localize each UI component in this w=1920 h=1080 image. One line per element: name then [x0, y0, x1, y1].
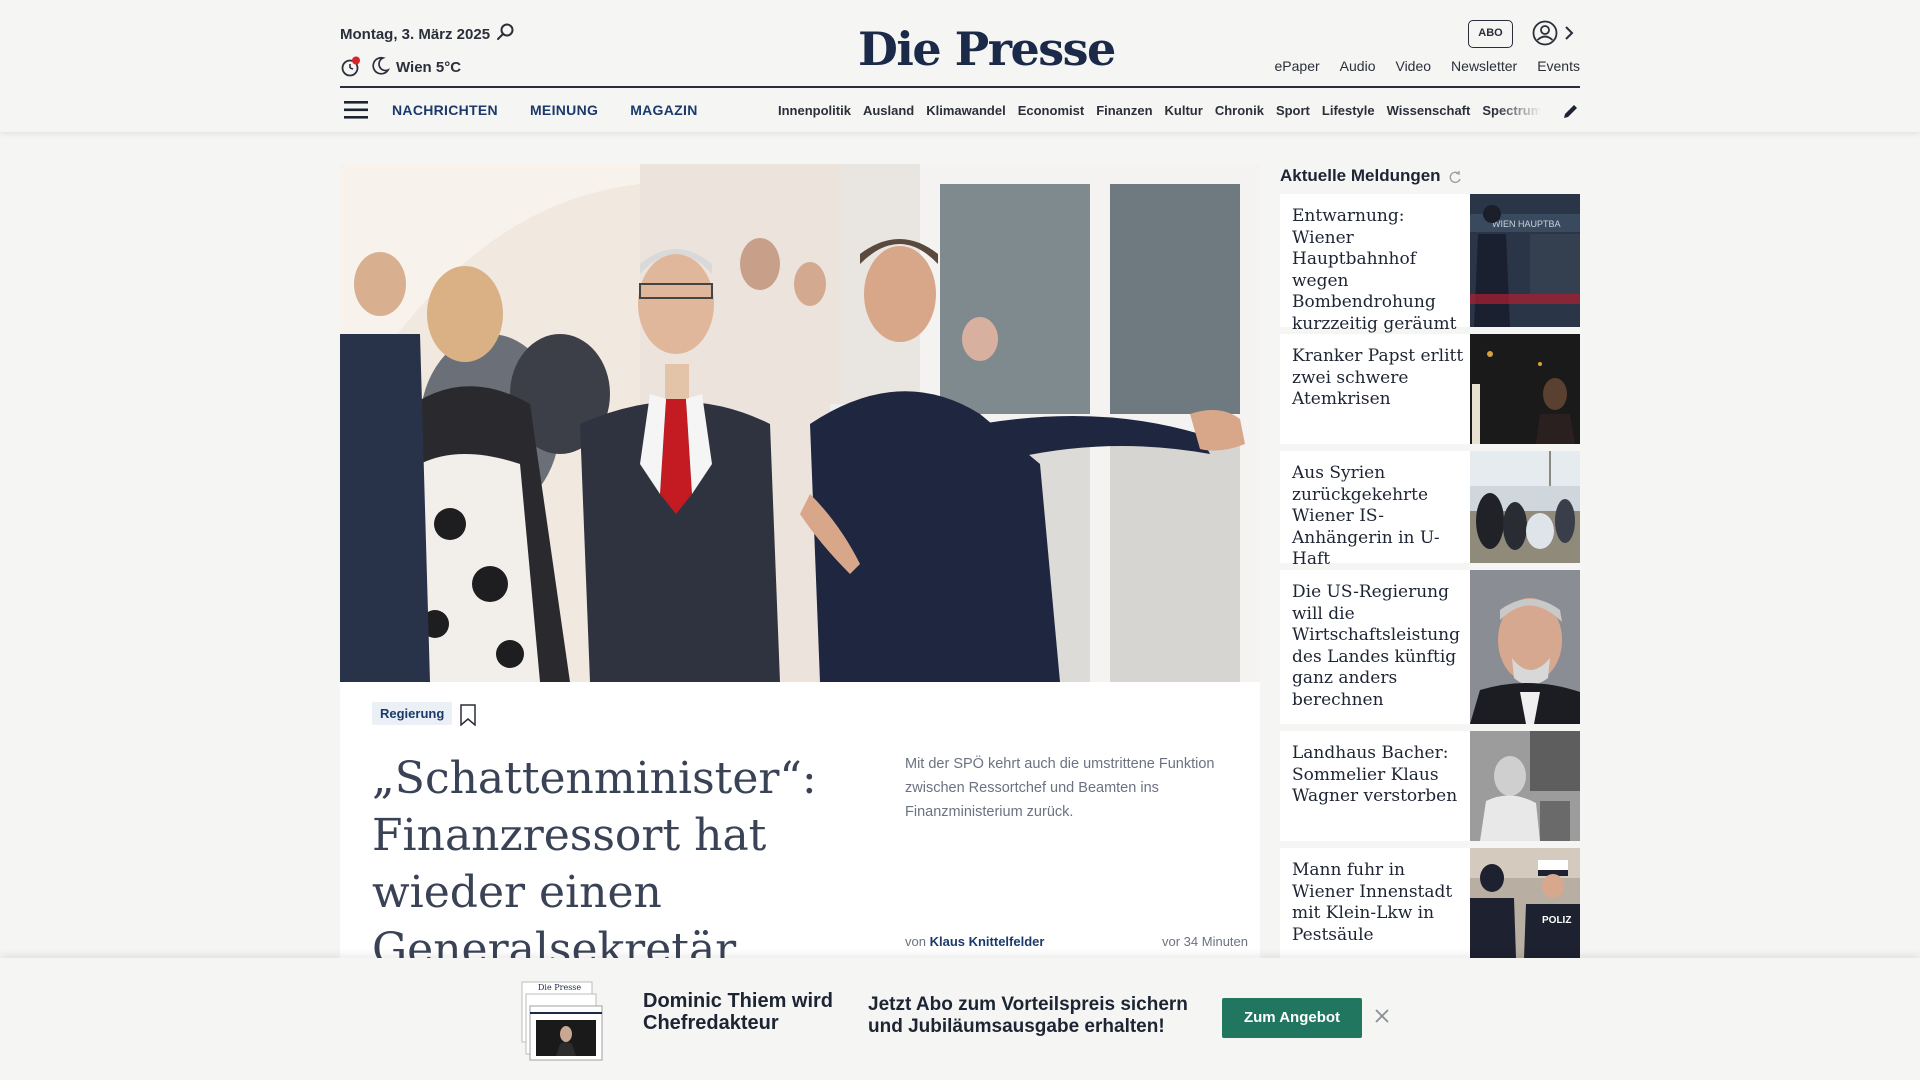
list-item-thumbnail: [1470, 451, 1580, 563]
pencil-icon[interactable]: [1562, 102, 1580, 120]
sub-nav: Innenpolitik Ausland Klimawandel Economi…: [778, 103, 1540, 118]
subnav-klimawandel[interactable]: Klimawandel: [926, 103, 1005, 118]
promo-banner: Die Presse Dominic Thiem wird Chefredakt…: [0, 958, 1920, 1080]
list-item-thumbnail: [1470, 570, 1580, 724]
hero-photo: [340, 164, 1260, 682]
menu-icon[interactable]: [344, 100, 368, 120]
hero-article-card[interactable]: Regierung „Schattenminister“: Finanzress…: [340, 682, 1260, 1002]
site-header: Montag, 3. März 2025 Wien 5°C Die Presse…: [0, 0, 1920, 132]
offer-button[interactable]: Zum Angebot: [1222, 998, 1362, 1038]
promo-headline: Dominic Thiem wird Chefredakteur: [643, 990, 834, 1034]
list-item-title: Die US-Regierung will die Wirtschaftslei…: [1292, 582, 1461, 710]
list-item[interactable]: Mann fuhr in Wiener Innenstadt mit Klein…: [1280, 848, 1580, 958]
abo-button[interactable]: ABO: [1468, 20, 1513, 48]
subnav-fade: [1496, 100, 1542, 122]
subnav-lifestyle[interactable]: Lifestyle: [1322, 103, 1375, 118]
top-link-video[interactable]: Video: [1395, 58, 1431, 74]
list-item[interactable]: Aus Syrien zurückgekehrte Wiener IS-Anhä…: [1280, 451, 1580, 569]
current-date: Montag, 3. März 2025: [340, 26, 491, 43]
list-item[interactable]: Kranker Papst erlitt zwei schwere Atemkr…: [1280, 334, 1580, 444]
list-item-thumbnail: POLIZ: [1470, 848, 1580, 958]
refresh-icon: [1449, 171, 1461, 184]
subnav-innenpolitik[interactable]: Innenpolitik: [778, 103, 851, 118]
weather-text: Wien 5°C: [396, 59, 462, 76]
top-link-audio[interactable]: Audio: [1340, 58, 1376, 74]
hero-headline[interactable]: „Schattenminister“: Finanzressort hat wi…: [372, 750, 832, 978]
bookmark-icon[interactable]: [460, 704, 476, 726]
publish-time: vor 34 Minuten: [1162, 934, 1248, 949]
subnav-chronik[interactable]: Chronik: [1215, 103, 1264, 118]
main-nav: NACHRICHTEN MEINUNG MAGAZIN: [392, 102, 698, 118]
list-item-title: Kranker Papst erlitt zwei schwere Atemkr…: [1292, 346, 1464, 409]
thumb-overlay-text: WIEN HAUPTBA: [1492, 219, 1561, 229]
hero-teaser: Mit der SPÖ kehrt auch die umstrittene F…: [905, 756, 1215, 820]
list-item[interactable]: Die US-Regierung will die Wirtschaftslei…: [1280, 570, 1580, 724]
list-item-title: Aus Syrien zurückgekehrte Wiener IS-Anhä…: [1292, 463, 1440, 569]
close-icon[interactable]: [1374, 1008, 1390, 1024]
author-link[interactable]: Klaus Knittelfelder: [930, 934, 1045, 949]
top-link-newsletter[interactable]: Newsletter: [1451, 58, 1517, 74]
subnav-wissenschaft[interactable]: Wissenschaft: [1387, 103, 1471, 118]
notification-icon[interactable]: [340, 56, 362, 78]
list-item-title: Landhaus Bacher: Sommelier Klaus Wagner …: [1292, 743, 1458, 806]
header-divider: [340, 86, 1580, 88]
list-item[interactable]: Landhaus Bacher: Sommelier Klaus Wagner …: [1280, 731, 1580, 841]
promo-offer-text: Jetzt Abo zum Vorteilspreis sichern und …: [868, 994, 1188, 1037]
top-link-epaper[interactable]: ePaper: [1275, 58, 1320, 74]
newspaper-stack-image: Die Presse: [520, 980, 604, 1062]
sidebar-title: Aktuelle Meldungen: [1280, 166, 1441, 185]
search-icon[interactable]: [496, 22, 516, 42]
chevron-right-icon[interactable]: [1562, 24, 1576, 42]
subnav-economist[interactable]: Economist: [1018, 103, 1084, 118]
subnav-finanzen[interactable]: Finanzen: [1096, 103, 1152, 118]
nav-nachrichten[interactable]: NACHRICHTEN: [392, 102, 498, 118]
moon-icon: [372, 56, 390, 75]
subnav-ausland[interactable]: Ausland: [863, 103, 914, 118]
user-account-icon[interactable]: [1532, 20, 1558, 46]
nav-meinung[interactable]: MEINUNG: [530, 102, 598, 118]
list-item-title: Mann fuhr in Wiener Innenstadt mit Klein…: [1292, 860, 1453, 945]
hero-image[interactable]: [340, 164, 1260, 682]
category-tag[interactable]: Regierung: [372, 702, 453, 725]
subnav-sport[interactable]: Sport: [1276, 103, 1310, 118]
list-item-thumbnail: WIEN HAUPTBA: [1470, 194, 1580, 327]
nav-magazin[interactable]: MAGAZIN: [630, 102, 697, 118]
list-item[interactable]: Entwarnung: Wiener Hauptbahnhof wegen Bo…: [1280, 194, 1580, 334]
list-item-thumbnail: [1470, 731, 1580, 841]
site-logo[interactable]: Die Presse: [858, 22, 1116, 76]
byline-prefix: von: [905, 934, 926, 949]
list-item-title: Entwarnung: Wiener Hauptbahnhof wegen Bo…: [1292, 206, 1457, 334]
promo-mini-logo: Die Presse: [538, 983, 581, 992]
top-links: ePaper Audio Video Newsletter Events: [1275, 58, 1580, 74]
byline: von Klaus Knittelfelder: [905, 934, 1044, 949]
subnav-kultur[interactable]: Kultur: [1165, 103, 1203, 118]
thumb-overlay-text: POLIZ: [1542, 915, 1571, 926]
list-item-thumbnail: [1470, 334, 1580, 444]
top-link-events[interactable]: Events: [1537, 58, 1580, 74]
